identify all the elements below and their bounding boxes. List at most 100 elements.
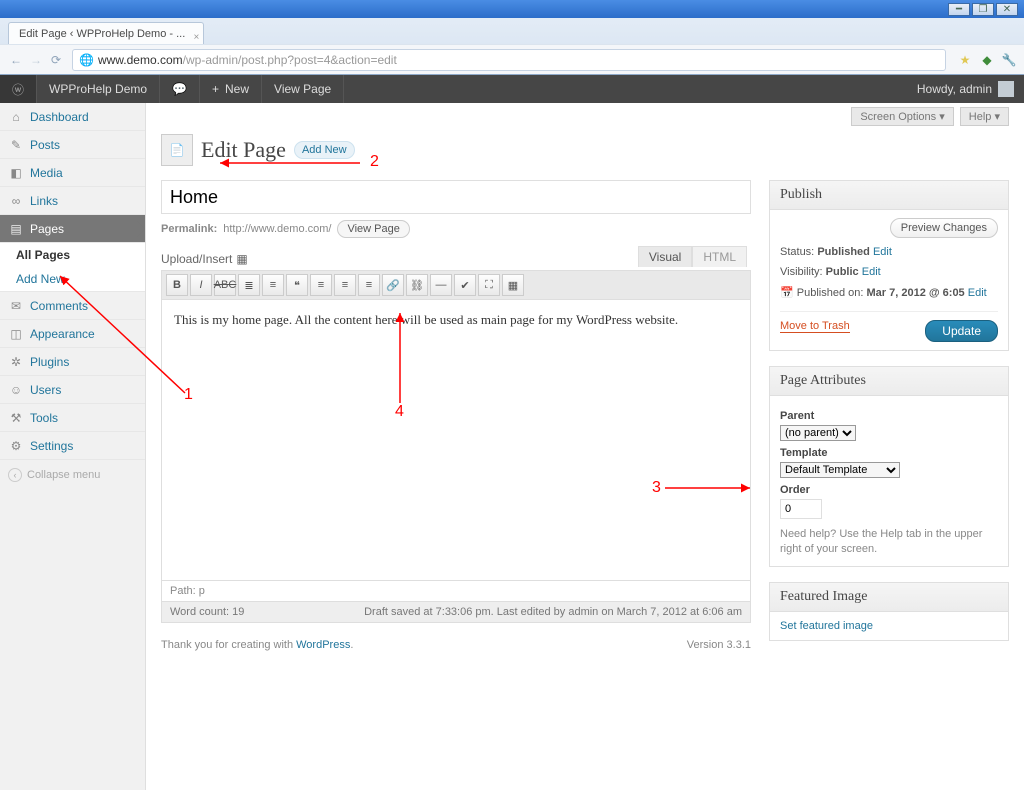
align-center-button[interactable]: ≡	[334, 274, 356, 296]
strike-button[interactable]: ABC	[214, 274, 236, 296]
sidebar-item-plugins[interactable]: ✲Plugins	[0, 348, 145, 376]
sidebar-item-comments[interactable]: ✉Comments	[0, 292, 145, 320]
kitchen-sink-button[interactable]: ▦	[502, 274, 524, 296]
sidebar-item-dashboard[interactable]: ⌂Dashboard	[0, 103, 145, 131]
ul-button[interactable]: ≣	[238, 274, 260, 296]
comments-bubble-icon[interactable]: 💬	[160, 75, 200, 103]
avatar-icon	[998, 81, 1014, 97]
editor-content[interactable]: This is my home page. All the content he…	[162, 300, 750, 580]
window-close-button[interactable]: ✕	[996, 3, 1018, 16]
wordcount-value: 19	[232, 606, 244, 618]
status-label: Status:	[780, 246, 814, 258]
published-edit-link[interactable]: Edit	[968, 287, 987, 299]
new-content-button[interactable]: +New	[200, 75, 262, 103]
bold-button[interactable]: B	[166, 274, 188, 296]
footer-version: Version 3.3.1	[687, 639, 751, 651]
preview-button[interactable]: Preview Changes	[890, 218, 998, 238]
users-icon: ☺	[8, 383, 24, 397]
account-menu[interactable]: Howdy, admin	[907, 81, 1024, 97]
page-icon: 📄	[161, 134, 193, 166]
status-value: Published	[817, 246, 870, 258]
howdy-text: Howdy, admin	[917, 82, 992, 96]
status-edit-link[interactable]: Edit	[873, 246, 892, 258]
site-name[interactable]: WPProHelp Demo	[37, 75, 160, 103]
set-featured-image-link[interactable]: Set featured image	[780, 620, 873, 632]
wrench-icon[interactable]: 🔧	[1000, 51, 1018, 69]
appearance-icon: ◫	[8, 327, 24, 341]
tab-close-icon[interactable]: ×	[193, 27, 199, 49]
reload-button[interactable]: ⟳	[46, 50, 66, 70]
title-input[interactable]	[161, 180, 751, 214]
italic-button[interactable]: I	[190, 274, 212, 296]
sidebar-item-appearance[interactable]: ◫Appearance	[0, 320, 145, 348]
update-button[interactable]: Update	[925, 320, 998, 342]
sidebar-sub-all-pages[interactable]: All Pages	[0, 243, 145, 267]
browser-tab-title: Edit Page ‹ WPProHelp Demo - ...	[19, 23, 185, 45]
window-max-button[interactable]: ❐	[972, 3, 994, 16]
extension-icon[interactable]: ◆	[978, 51, 996, 69]
parent-select[interactable]: (no parent)	[780, 425, 856, 441]
collapse-icon: ‹	[8, 468, 22, 482]
help-button[interactable]: Help ▾	[960, 107, 1009, 126]
sidebar-item-links[interactable]: ∞Links	[0, 187, 145, 215]
back-button[interactable]: ←	[6, 50, 26, 70]
sidebar-item-pages[interactable]: ▤Pages	[0, 215, 145, 243]
media-upload-icon[interactable]: ▦	[236, 252, 247, 266]
pages-icon: ▤	[8, 222, 24, 236]
bookmark-icon[interactable]: ★	[956, 51, 974, 69]
screen-options-button[interactable]: Screen Options ▾	[851, 107, 953, 126]
sidebar-item-media[interactable]: ◧Media	[0, 159, 145, 187]
window-min-button[interactable]: ━	[948, 3, 970, 16]
featured-image-heading: Featured Image	[770, 583, 1008, 612]
annotation-4: 4	[395, 403, 404, 421]
wp-logo[interactable]: ⓦ	[0, 75, 37, 103]
sidebar-item-posts[interactable]: ✎Posts	[0, 131, 145, 159]
url-bar[interactable]: 🌐 www.demo.com/wp-admin/post.php?post=4&…	[72, 49, 946, 71]
new-label: New	[225, 82, 249, 96]
view-page-button[interactable]: View Page	[337, 220, 409, 238]
move-to-trash-link[interactable]: Move to Trash	[780, 320, 850, 333]
page-attributes-heading: Page Attributes	[770, 367, 1008, 396]
sidebar-item-users[interactable]: ☺Users	[0, 376, 145, 404]
comments-icon: ✉	[8, 299, 24, 313]
url-path: /wp-admin/post.php?post=4&action=edit	[183, 53, 397, 67]
align-right-button[interactable]: ≡	[358, 274, 380, 296]
visibility-edit-link[interactable]: Edit	[862, 266, 881, 278]
sidebar-item-settings[interactable]: ⚙Settings	[0, 432, 145, 460]
ol-button[interactable]: ≡	[262, 274, 284, 296]
spellcheck-button[interactable]: ✔	[454, 274, 476, 296]
calendar-icon: 📅	[780, 287, 794, 299]
align-left-button[interactable]: ≡	[310, 274, 332, 296]
order-input[interactable]	[780, 499, 822, 519]
page-title: Edit Page	[201, 137, 286, 163]
sidebar-item-tools[interactable]: ⚒Tools	[0, 404, 145, 432]
permalink-label: Permalink:	[161, 223, 217, 235]
unlink-button[interactable]: ⛓	[406, 274, 428, 296]
browser-tab[interactable]: Edit Page ‹ WPProHelp Demo - ... ×	[8, 22, 204, 44]
collapse-menu[interactable]: ‹Collapse menu	[0, 460, 145, 490]
link-button[interactable]: 🔗	[382, 274, 404, 296]
view-page-link[interactable]: View Page	[262, 75, 344, 103]
permalink-url: http://www.demo.com/	[223, 223, 331, 235]
more-button[interactable]: —	[430, 274, 452, 296]
footer-thank: Thank you for creating with	[161, 639, 296, 651]
sidebar-sub-add-new[interactable]: Add New	[0, 267, 145, 291]
editor-tab-html[interactable]: HTML	[692, 246, 747, 267]
annotation-1: 1	[184, 386, 193, 404]
published-value: Mar 7, 2012 @ 6:05	[867, 287, 965, 299]
fullscreen-button[interactable]: ⛶	[478, 274, 500, 296]
quote-button[interactable]: ❝	[286, 274, 308, 296]
editor-tab-visual[interactable]: Visual	[638, 246, 692, 267]
footer-wp-link[interactable]: WordPress	[296, 639, 350, 651]
publish-heading: Publish	[770, 181, 1008, 210]
visibility-value: Public	[826, 266, 859, 278]
links-icon: ∞	[8, 194, 24, 208]
add-new-button[interactable]: Add New	[294, 141, 355, 159]
posts-icon: ✎	[8, 138, 24, 152]
template-select[interactable]: Default Template	[780, 462, 900, 478]
path-label: Path:	[170, 585, 196, 597]
globe-icon: 🌐	[79, 53, 94, 67]
forward-button[interactable]: →	[26, 50, 46, 70]
editor-toolbar: B I ABC ≣ ≡ ❝ ≡ ≡ ≡ 🔗 ⛓ — ✔	[162, 271, 750, 300]
featured-image-box: Featured Image Set featured image	[769, 582, 1009, 641]
